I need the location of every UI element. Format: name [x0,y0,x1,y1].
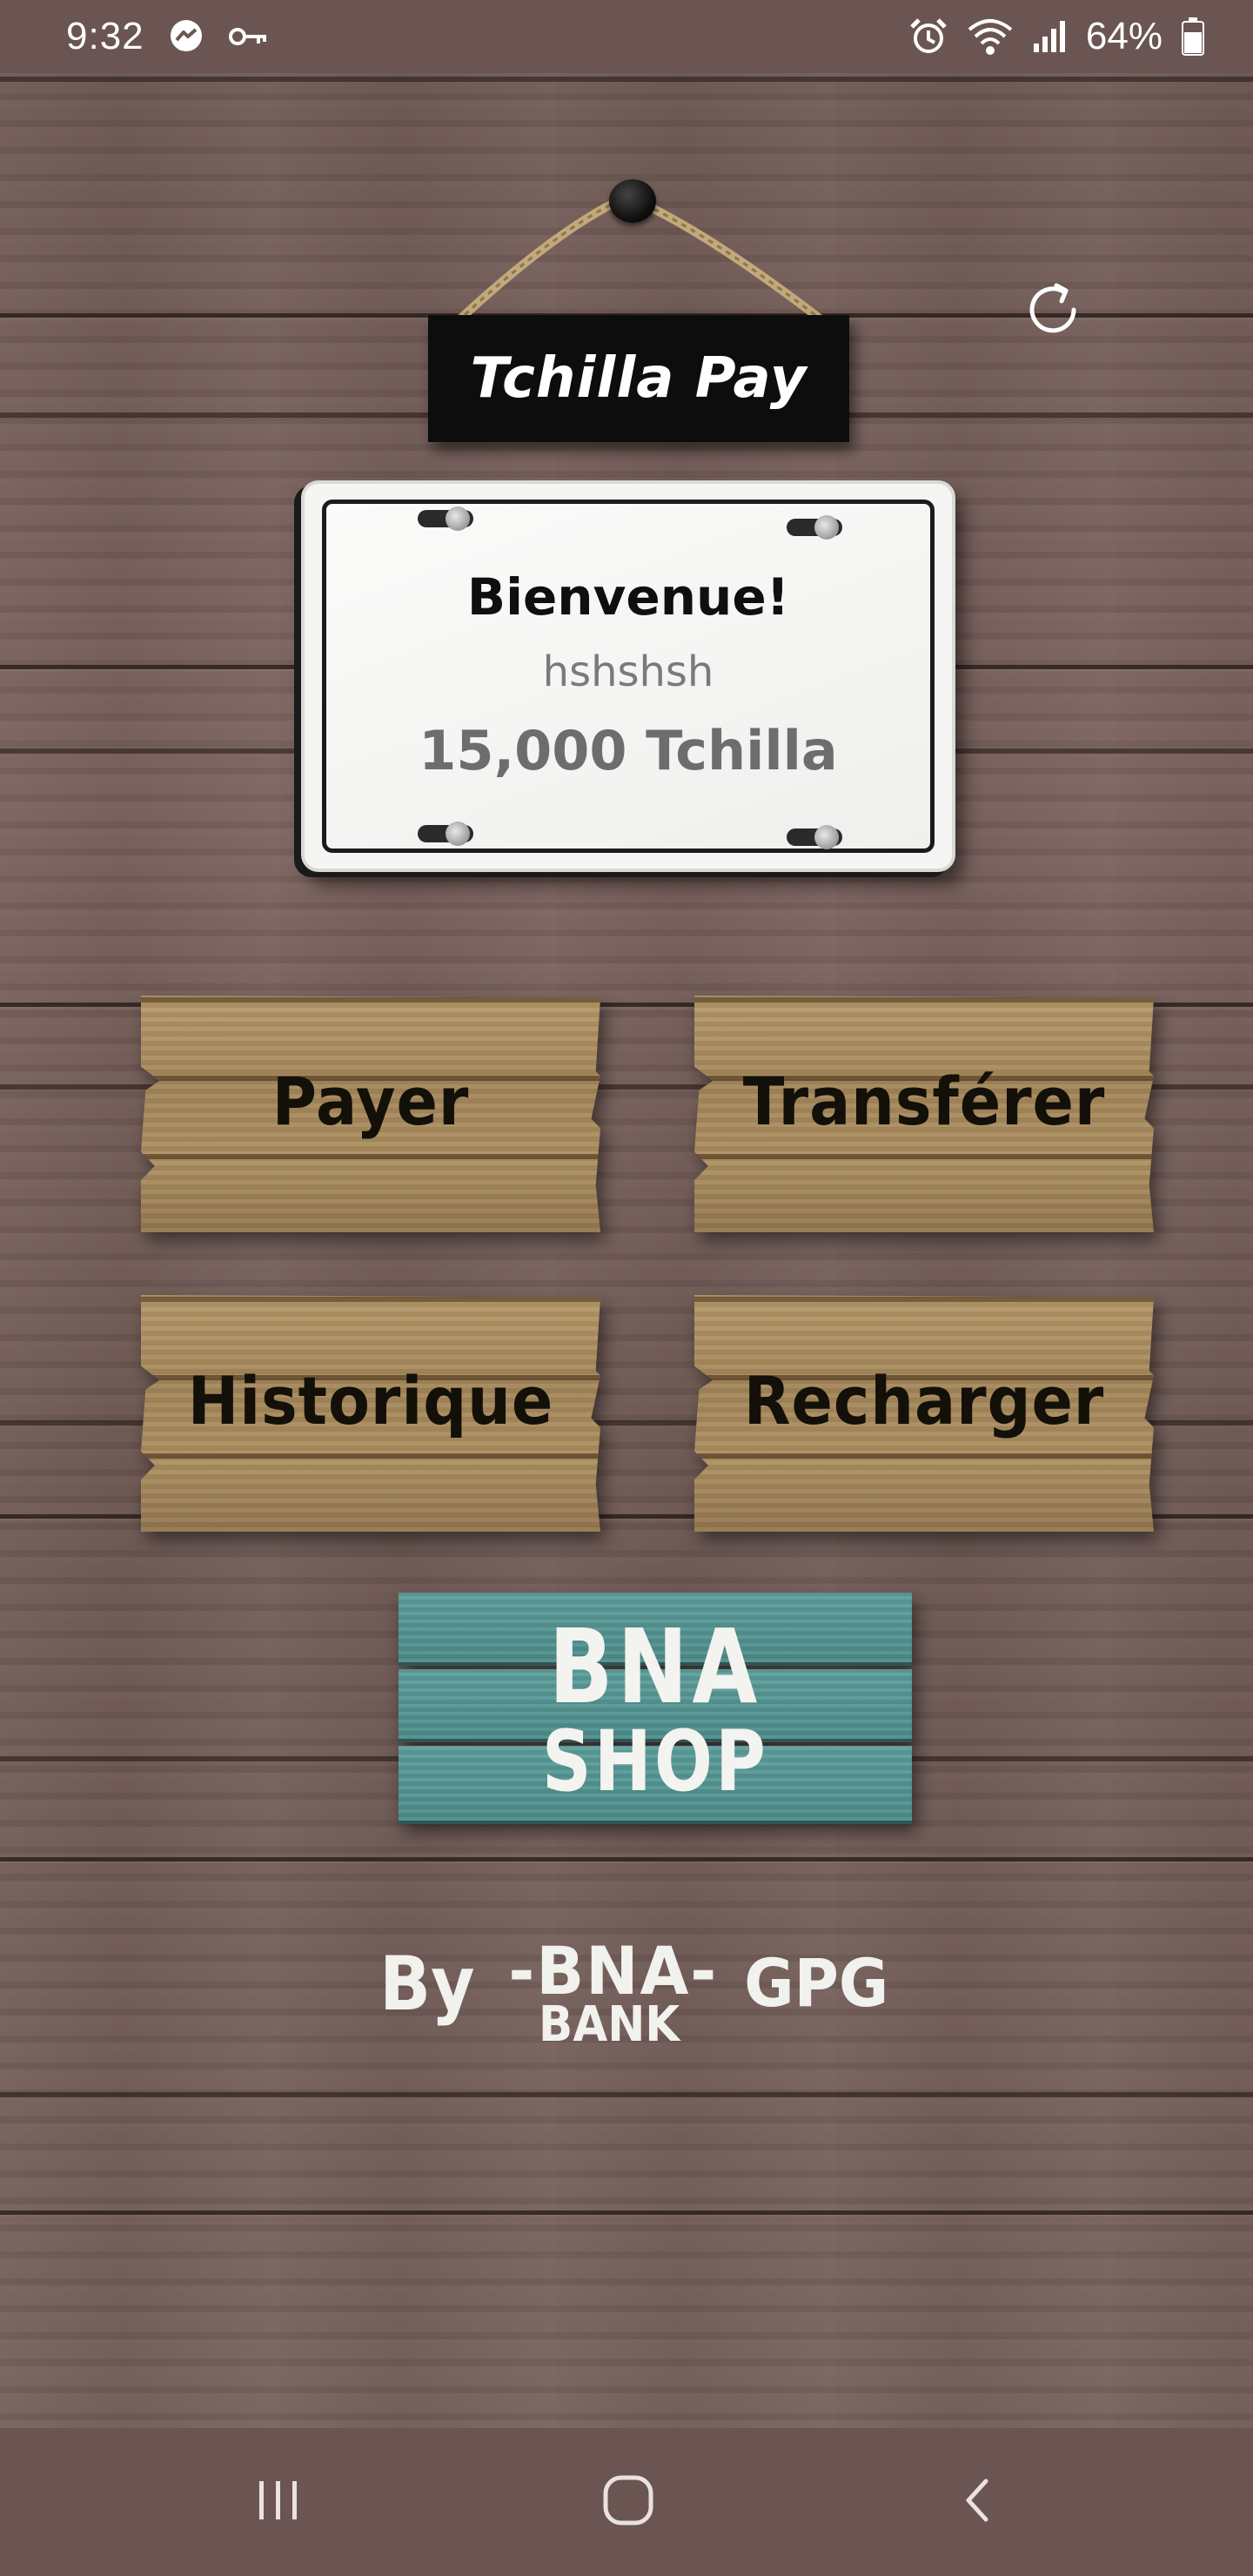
nail [609,179,656,223]
screw [418,506,473,531]
credit-footer: By -BNA- BANK GPG [0,1932,1253,2059]
refresh-icon [1018,275,1088,348]
status-left: 9:32 [66,15,268,58]
app-title: Tchilla Pay [470,346,807,411]
transfer-label: Transférer [742,1062,1106,1140]
screw [418,822,473,846]
credit-gpg: GPG [744,1944,889,2022]
credit-bank: BANK [539,1996,680,2053]
wifi-icon [968,17,1013,56]
key-icon [228,23,268,50]
screw [787,825,842,849]
app-title-sign: Tchilla Pay [428,315,849,442]
transfer-button[interactable]: Transférer [694,996,1154,1232]
screw [787,515,842,540]
recent-apps-icon [252,2476,305,2528]
recharge-button[interactable]: Recharger [694,1295,1154,1532]
refresh-button[interactable] [1015,273,1091,350]
history-button[interactable]: Historique [141,1295,600,1532]
recharge-label: Recharger [743,1361,1105,1439]
recent-apps-button[interactable] [226,2463,331,2541]
plank-seam [0,1857,1253,1862]
welcome-title: Bienvenue! [466,567,790,627]
status-bar: 9:32 64% [0,0,1253,73]
battery-icon [1182,17,1204,56]
balance-amount: 15,000 Tchilla [419,719,838,782]
plank-seam [0,2210,1253,2215]
back-icon [956,2474,1000,2530]
shop-title: BNA [548,1607,762,1727]
pay-label: Payer [271,1062,470,1140]
credit-by: By [379,1941,475,2028]
nav-bar [0,2428,1253,2576]
status-right: 64% [908,15,1204,58]
shop-subtitle: SHOP [541,1713,769,1810]
home-button[interactable] [576,2463,680,2541]
signal-icon [1032,19,1067,54]
balance-card: Bienvenue! hshshsh 15,000 Tchilla [301,480,955,872]
messenger-icon [167,17,205,56]
back-button[interactable] [926,2463,1030,2541]
bna-shop-button[interactable]: BNA SHOP [399,1593,912,1828]
status-time: 9:32 [66,15,144,57]
pay-button[interactable]: Payer [141,996,600,1232]
home-icon [600,2472,656,2532]
alarm-icon [908,17,948,57]
battery-percent: 64% [1085,15,1163,57]
history-label: Historique [187,1361,554,1439]
username: hshshsh [542,647,714,696]
